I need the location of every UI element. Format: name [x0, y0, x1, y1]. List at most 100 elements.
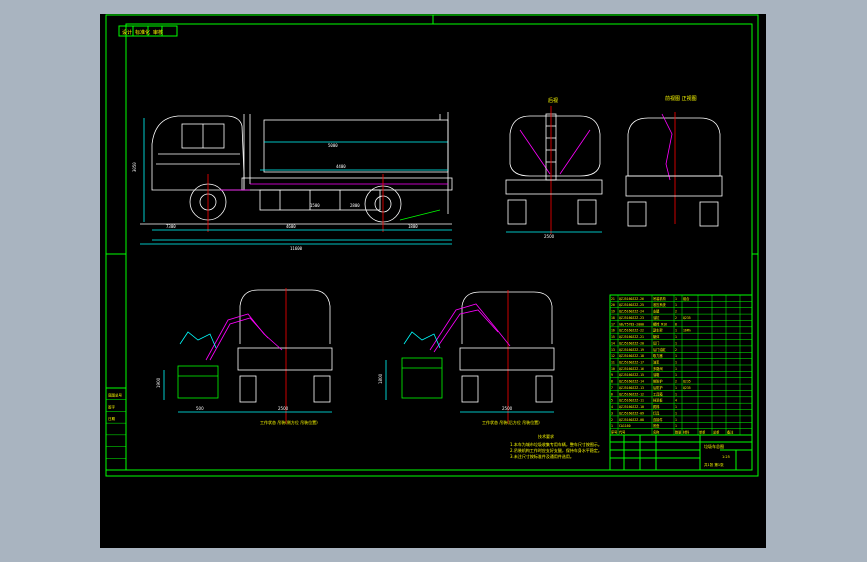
bom-cell: QZJ5160ZZZ-17: [619, 361, 644, 365]
bom-cell: 1: [675, 303, 677, 307]
bom-cell: 5: [611, 399, 613, 403]
cad-drawing: 设计 标准化 审核 7300 4600 1800 11600 5000 4400…: [105, 14, 759, 477]
cab-outline: [151, 115, 245, 191]
bom-cell: 4: [611, 405, 613, 409]
crane-view-right: 1800 2500 工作状态 吊装(后方位 吊装位置): [378, 290, 555, 425]
bom-cell: 17: [611, 322, 615, 326]
bom-cell: 爬梯: [653, 404, 660, 409]
bom-cell: 20: [611, 303, 615, 307]
crane-dim: 1900: [156, 377, 161, 388]
bom-cell: 工具箱: [653, 391, 663, 396]
bom-cell: QZJ5160ZZZ-26: [619, 297, 644, 301]
bom-cell: 液压系统: [653, 302, 667, 307]
bom-cell: 6: [611, 392, 613, 396]
bom-cell: GB/T5783-2000: [619, 322, 644, 326]
bom-cell: 2: [675, 380, 677, 384]
technical-notes: 技术要求 1.本车为城市垃圾收集专用车辆，整车尺寸按图示。 2.吊装机构工作时应…: [510, 433, 602, 459]
bom-cell: 连接件: [653, 417, 663, 422]
drawing-sheet: 共1张 第1张: [704, 462, 724, 467]
bom-cell: 油缸: [653, 315, 660, 320]
bom-cell: 11: [611, 361, 615, 365]
bom-cell: 1: [675, 424, 677, 428]
bom-cell: 7: [611, 386, 613, 390]
front-view-title: 前视图 正视图: [665, 95, 697, 102]
bom-cell: 8: [675, 322, 677, 326]
crane-dim: 2500: [502, 406, 513, 411]
bom-cell: QZJ5160ZZZ-21: [619, 335, 644, 339]
bom-cell: QZJ5160ZZZ-24: [619, 310, 644, 314]
bom-cell: 备注: [727, 430, 734, 435]
bom-cell: 1: [675, 367, 677, 371]
bom-cell: 底盘: [653, 423, 660, 428]
crane-view-caption: 工作状态 吊装(后方位 吊装位置): [482, 419, 540, 425]
dim-label: 4600: [286, 224, 296, 229]
bom-cell: QZJ5160ZZZ-16: [619, 367, 644, 371]
bom-cell: QZJ5160ZZZ-15: [619, 373, 644, 377]
notes-heading: 技术要求: [538, 433, 554, 439]
dim-label: 11600: [290, 246, 303, 251]
bom-cell: QZJ5160ZZZ-09: [619, 411, 644, 415]
cad-model-viewport[interactable]: 设计 标准化 审核 7300 4600 1800 11600 5000 4400…: [100, 14, 766, 548]
bom-cell: 1: [675, 341, 677, 345]
side-view-accents: [140, 118, 452, 245]
bom-cell: 2: [675, 316, 677, 320]
notes-line: 3.未注尺寸按标准件及通用件选用。: [510, 453, 574, 459]
bom-cell: 螺栓 M16: [653, 321, 667, 326]
bom-cell: 8: [611, 380, 613, 384]
bom-cell: Q235: [683, 386, 691, 390]
bom-cell: 1: [675, 329, 677, 333]
bom-cell: 10: [611, 367, 615, 371]
drawing-scale: 1:25: [722, 455, 730, 459]
bom-cell: QZJ5160ZZZ-08: [619, 418, 644, 422]
bom-cell: 16Mn: [683, 329, 691, 333]
bom-cell: 灯具: [653, 410, 660, 415]
bom-cell: 1: [675, 297, 677, 301]
tank-body: [263, 119, 449, 173]
dim-label: 1800: [408, 224, 418, 229]
bom-cell: 1: [675, 354, 677, 358]
bom-cell: 2: [675, 348, 677, 352]
bom-cell: 1: [675, 361, 677, 365]
bom-cell: 9: [611, 373, 613, 377]
bom-cell: 多路阀: [653, 366, 663, 371]
bom-cell: 侧防护: [653, 379, 663, 384]
bom-cell: QZJ5160ZZZ-23: [619, 316, 644, 320]
bom-cell: QZJ5160ZZZ-11: [619, 399, 644, 403]
bom-cell: QZJ5160ZZZ-14: [619, 380, 644, 384]
bom-cell: 后防护: [653, 385, 663, 390]
bom-cell: 支腿: [653, 309, 660, 314]
bom-cell: 1: [675, 373, 677, 377]
side-view-dims: 7300 4600 1800 11600 5000 4400 3050 1500…: [132, 143, 418, 251]
bom-cell: 后门油缸: [653, 347, 667, 352]
corner-stamp-block: 设计 标准化 审核: [118, 25, 178, 37]
bom-cell: 序号: [611, 430, 617, 435]
dim-label: 1500: [310, 203, 320, 208]
revision-row-label: 签字: [108, 404, 115, 409]
bom-cell: 油泵: [653, 360, 660, 365]
crane-dim: 2500: [278, 406, 289, 411]
bom-cell: 副车架: [653, 328, 663, 333]
revision-row-label: 底图总号: [108, 393, 122, 398]
corner-stamp-label: 设计 标准化 审核: [122, 29, 163, 36]
bom-cell: 取力器: [653, 353, 663, 358]
bom-cell: 油箱: [653, 372, 660, 377]
bom-cell: 14: [611, 341, 615, 345]
bom-cell: 3: [611, 411, 613, 415]
bom-cell: 4: [675, 399, 677, 403]
dim-label: 3050: [132, 162, 137, 172]
bom-cell: 12: [611, 354, 615, 358]
bom-cell: 1: [675, 392, 677, 396]
bom-cell: 19: [611, 310, 615, 314]
drawing-title: 垃圾车总图: [704, 443, 724, 449]
bom-cell: 吊装机构: [653, 296, 666, 301]
bom-table: 21 QZJ5160ZZZ-26 吊装机构 1 组合20 QZJ5160ZZZ-25 液压系…: [609, 294, 753, 436]
bom-cell: 13: [611, 348, 615, 352]
sheet-outer-frame: [105, 14, 759, 477]
bom-cell: 2: [675, 310, 677, 314]
bom-cell: 总重: [713, 430, 720, 435]
garbage-bin: [177, 365, 219, 399]
bom-cell: 16: [611, 329, 615, 333]
garbage-bin: [401, 357, 443, 399]
dim-label: 2800: [350, 203, 360, 208]
bom-cell: QZJ5160ZZZ-22: [619, 329, 644, 333]
